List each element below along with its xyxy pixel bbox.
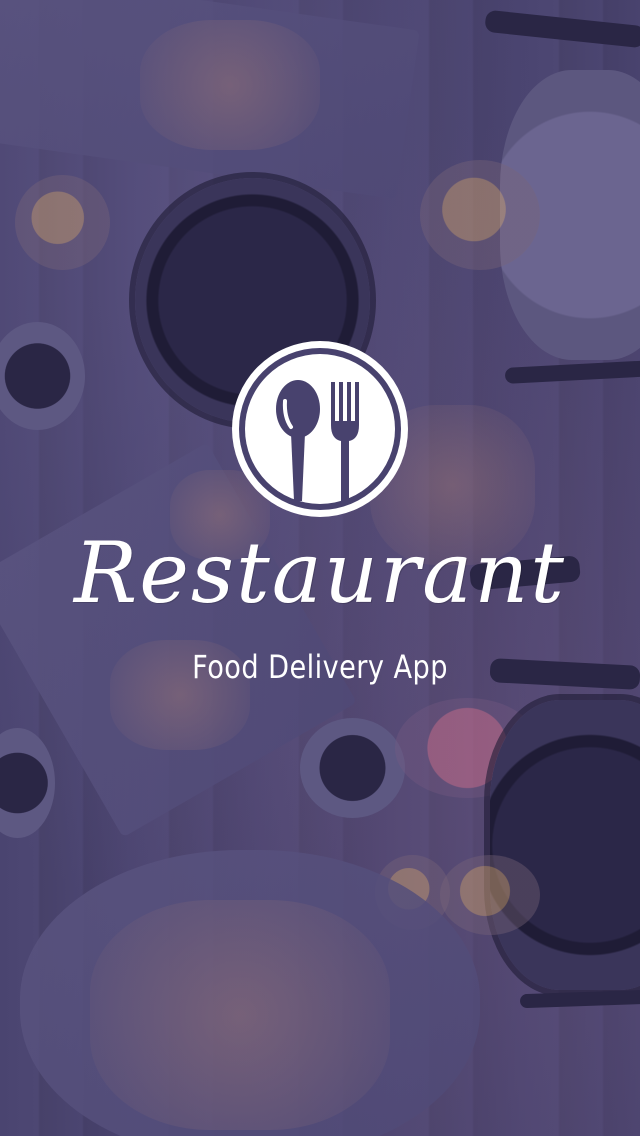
spoon-fork-icon [232, 341, 408, 517]
splash-screen: Restaurant Food Delivery App [0, 0, 640, 1136]
logo [228, 337, 412, 521]
app-tagline: Food Delivery App [192, 648, 448, 686]
app-title: Restaurant [73, 524, 567, 622]
